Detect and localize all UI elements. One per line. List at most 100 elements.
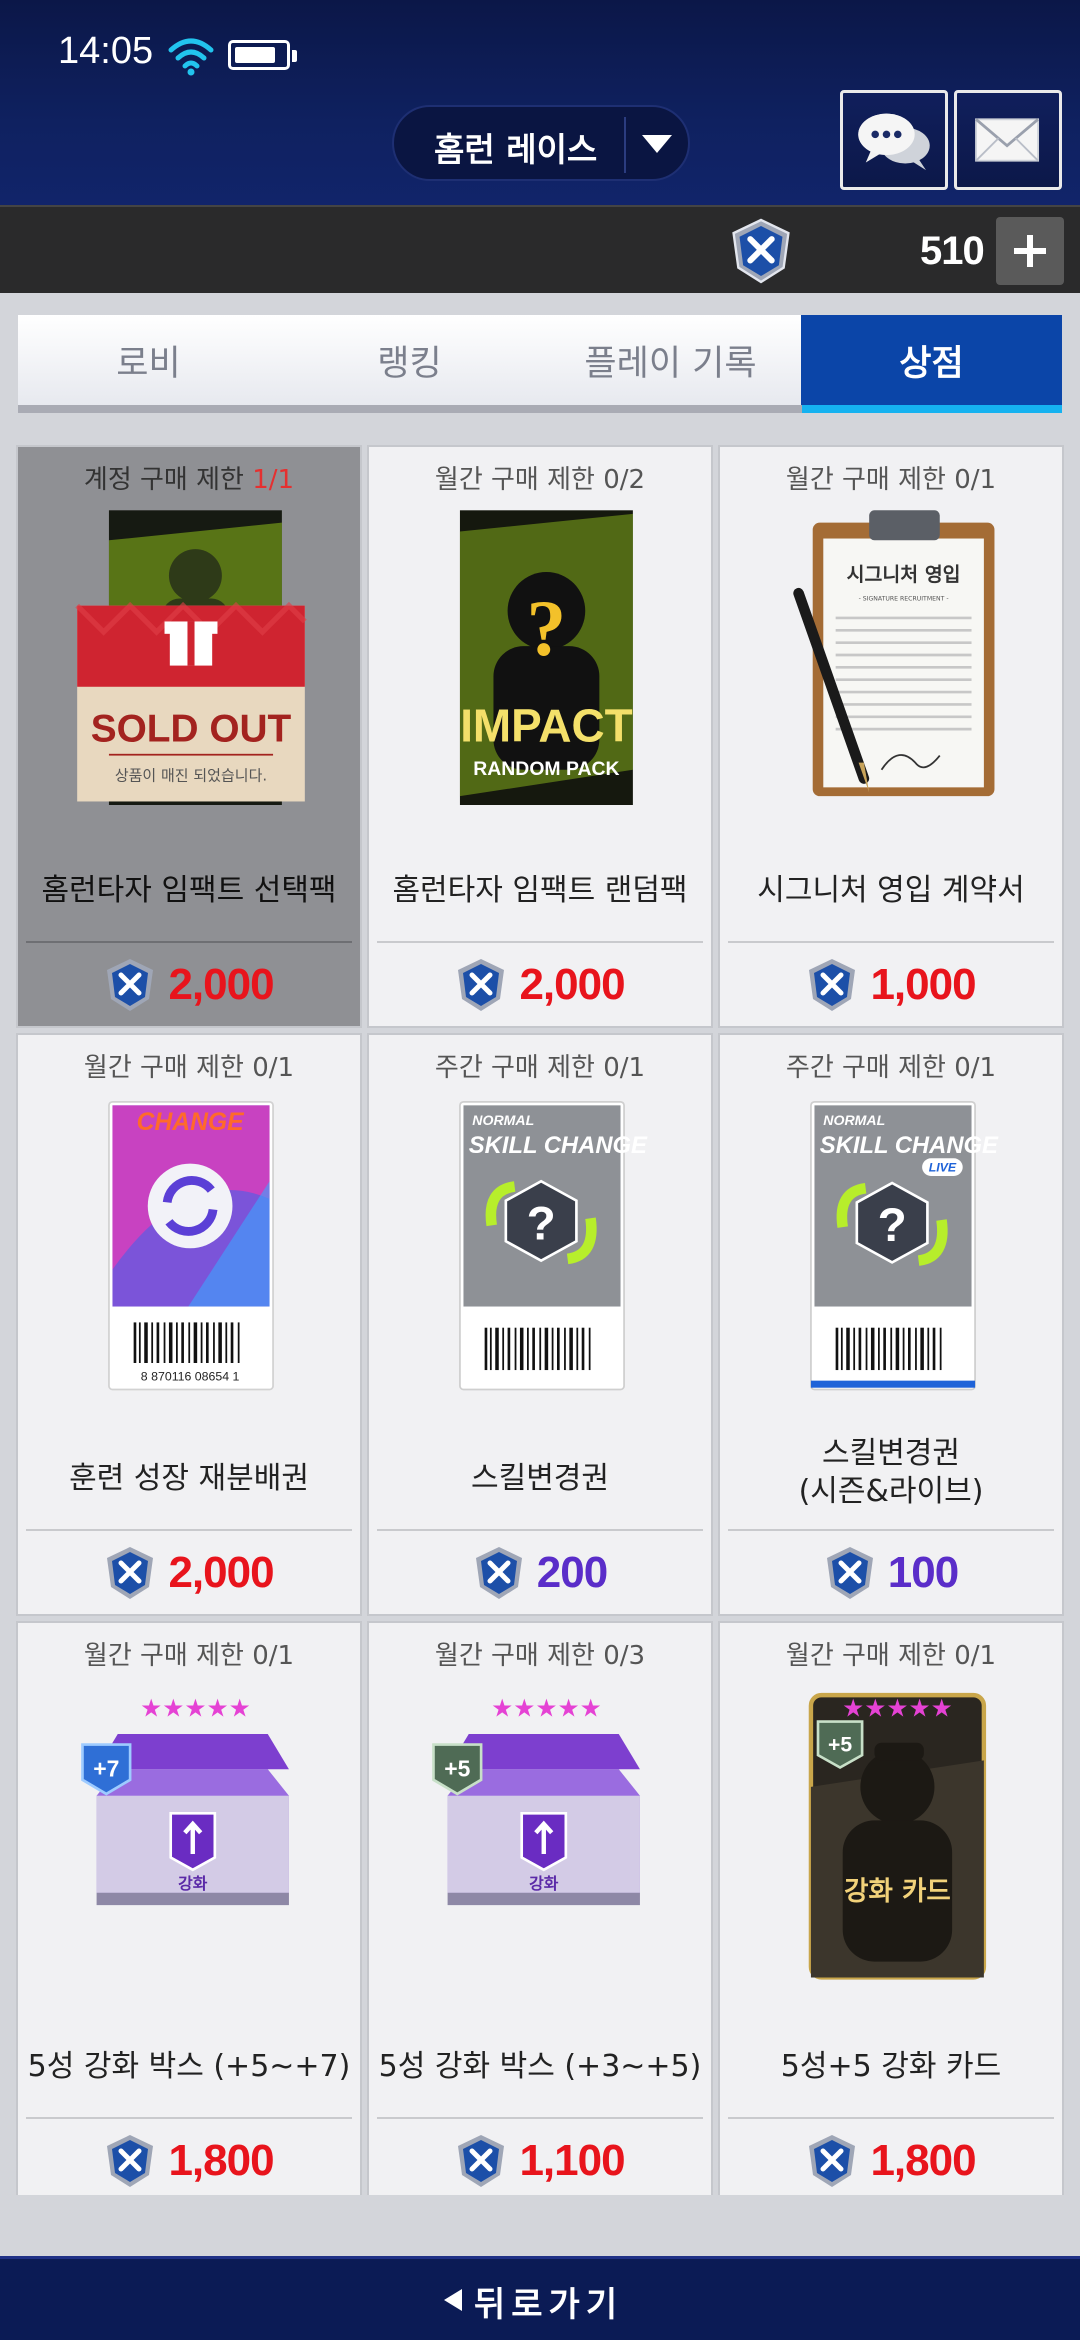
shop-item-card[interactable]: 주간 구매 제한 0/1 NORMAL SKILL CHANGE LIVE ? [718, 1033, 1064, 1616]
chevron-down-icon [642, 135, 672, 153]
battery-icon [228, 40, 297, 70]
shield-gem-icon [458, 2135, 505, 2187]
shield-gem-icon [809, 959, 856, 1011]
tab-shop[interactable]: 상점 [801, 315, 1062, 413]
purchase-limit: 주간 구매 제한 0/1 [785, 1053, 997, 1083]
back-arrow-icon [444, 2289, 462, 2311]
tab-ranking[interactable]: 랭킹 [279, 315, 540, 405]
shield-gem-icon [107, 1547, 154, 1599]
divider [728, 1529, 1054, 1531]
purchase-limit: 월간 구매 제한 0/1 [83, 1053, 295, 1083]
box-label: 강화 [529, 1874, 559, 1893]
change-ticket-art: CHANGE 8 870116 08654 1 [108, 1100, 274, 1391]
document-subtitle: - SIGNATURE RECRUITMENT - [859, 595, 949, 602]
tab-lobby[interactable]: 로비 [18, 315, 279, 405]
mail-icon [975, 118, 1040, 162]
shield-gem-icon [107, 959, 154, 1011]
upgrade-box-art: ★★★★★ 강화 +5 [432, 1693, 640, 1906]
item-name: 5성 강화 박스 (+5~+7) [27, 2049, 351, 2084]
sold-out-title: SOLD OUT [91, 707, 292, 750]
chat-button[interactable] [840, 90, 948, 190]
ticket-small-label: NORMAL [472, 1112, 534, 1128]
tab-play-record[interactable]: 플레이 기록 [540, 315, 801, 405]
shield-gem-icon [809, 2135, 856, 2187]
divider [377, 1529, 703, 1531]
shield-gem-icon [826, 1547, 873, 1599]
currency-bar: 510 [0, 205, 1080, 293]
divider [377, 2117, 703, 2119]
shield-gem-icon [732, 218, 790, 284]
mode-label: 홈런 레이스 [434, 130, 598, 169]
sold-out-subtitle: 상품이 매진 되었습니다. [115, 766, 267, 784]
item-name: 스킬변경권 [471, 1461, 609, 1496]
pack-label: IMPACT [460, 699, 632, 751]
item-name: 시그니처 영입 계약서 [757, 873, 1025, 908]
shield-gem-icon [475, 1547, 522, 1599]
shop-item-card[interactable]: 월간 구매 제한 0/1 ★★★★★ +5 강화 카드 5성+5 강화 카드 1… [718, 1621, 1064, 2195]
item-price: 2,000 [168, 1548, 274, 1597]
upgrade-badge: +5 [828, 1734, 852, 1757]
divider [728, 941, 1054, 943]
mode-dropdown[interactable]: 홈런 레이스 [392, 105, 690, 181]
ticket-top-label: CHANGE [137, 1109, 246, 1136]
item-name: 훈련 성장 재분배권 [69, 1461, 309, 1496]
status-time: 14:05 [58, 30, 154, 72]
skill-change-ticket-art: NORMAL SKILL CHANGE ? [459, 1100, 648, 1391]
upgrade-badge: +5 [444, 1755, 470, 1781]
item-price: 2,000 [168, 960, 274, 1009]
price-row: 2,000 [18, 952, 360, 1018]
price-row: 1,800 [720, 2128, 1062, 2194]
purchase-limit: 월간 구매 제한 0/2 [434, 465, 646, 495]
shop-item-card[interactable]: 주간 구매 제한 0/1 NORMAL SKILL CHANGE ? 스킬변경권… [367, 1033, 713, 1616]
star-rating: ★★★★★ [140, 1693, 251, 1722]
divider [26, 941, 352, 943]
divider [728, 2117, 1054, 2119]
shop-item-card[interactable]: 월간 구매 제한 0/1 CHANGE 8 870116 08654 1 훈련 … [16, 1033, 362, 1616]
shop-grid: 계정 구매 제한 1/1 SOLD OUT 상품이 매진 되었습니다. 홈런타자… [16, 445, 1064, 2195]
live-badge: LIVE [929, 1161, 957, 1175]
pack-sublabel: RANDOM PACK [473, 758, 619, 780]
ticket-big-label: SKILL CHANGE [820, 1132, 999, 1159]
add-currency-button[interactable] [996, 217, 1064, 285]
shield-gem-icon [107, 2135, 154, 2187]
purchase-limit: 월간 구매 제한 0/3 [434, 1641, 646, 1671]
purchase-limit: 월간 구매 제한 0/1 [785, 465, 997, 495]
shop-item-card[interactable]: 계정 구매 제한 1/1 SOLD OUT 상품이 매진 되었습니다. 홈런타자… [16, 445, 362, 1028]
svg-text:?: ? [878, 1199, 907, 1252]
item-price: 1,000 [870, 960, 976, 1009]
back-label: 뒤로가기 [474, 2285, 624, 2325]
upgrade-card-art: ★★★★★ +5 강화 카드 [808, 1692, 987, 1980]
item-price: 2,000 [519, 960, 625, 1009]
item-price: 1,100 [519, 2136, 625, 2185]
back-button[interactable]: 뒤로가기 [0, 2256, 1080, 2340]
item-price: 200 [536, 1548, 608, 1597]
item-name-line: 스킬변경권 [822, 1436, 960, 1471]
price-row: 2,000 [369, 952, 711, 1018]
price-row: 1,800 [18, 2128, 360, 2194]
mode-divider [624, 117, 626, 173]
divider [26, 1529, 352, 1531]
price-row: 200 [369, 1540, 711, 1606]
purchase-limit: 월간 구매 제한 0/1 [83, 1641, 295, 1671]
purchase-limit: 월간 구매 제한 0/1 [785, 1641, 997, 1671]
shop-item-card[interactable]: 월간 구매 제한 0/3 ★★★★★ 강화 +5 5성 강화 박스 (+3~+5… [367, 1621, 713, 2195]
shop-item-card[interactable]: 월간 구매 제한 0/1 시그니처 영입 - SIGNATURE RECRUIT… [718, 445, 1064, 1028]
price-row: 1,100 [369, 2128, 711, 2194]
item-price: 1,800 [870, 2136, 976, 2185]
barcode-number: 8 870116 08654 1 [141, 1370, 240, 1384]
impact-pack-art: SOLD OUT 상품이 매진 되었습니다. [75, 510, 307, 805]
upgrade-box-art: ★★★★★ 강화 +7 [81, 1693, 289, 1906]
shop-item-card[interactable]: 월간 구매 제한 0/1 ★★★★★ 강화 +7 5성 강화 박스 (+5~+7… [16, 1621, 362, 2195]
purchase-limit: 계정 구매 제한 1/1 [83, 465, 295, 495]
item-name: 스킬변경권 (시즌&라이브) [720, 1435, 1062, 1511]
impact-random-pack-art: ? IMPACT RANDOM PACK [459, 510, 633, 805]
skill-change-live-ticket-art: NORMAL SKILL CHANGE LIVE ? [810, 1100, 999, 1391]
shield-gem-icon [458, 959, 505, 1011]
item-name: 홈런타자 임팩트 랜덤팩 [392, 873, 688, 908]
document-title: 시그니처 영입 [847, 563, 961, 586]
purchase-limit: 주간 구매 제한 0/1 [434, 1053, 646, 1083]
item-name: 5성+5 강화 카드 [780, 2049, 1002, 2084]
shop-item-card[interactable]: 월간 구매 제한 0/2 ? IMPACT RANDOM PACK 홈런타자 임… [367, 445, 713, 1028]
mail-button[interactable] [954, 90, 1062, 190]
chat-bubbles-icon [858, 113, 930, 171]
